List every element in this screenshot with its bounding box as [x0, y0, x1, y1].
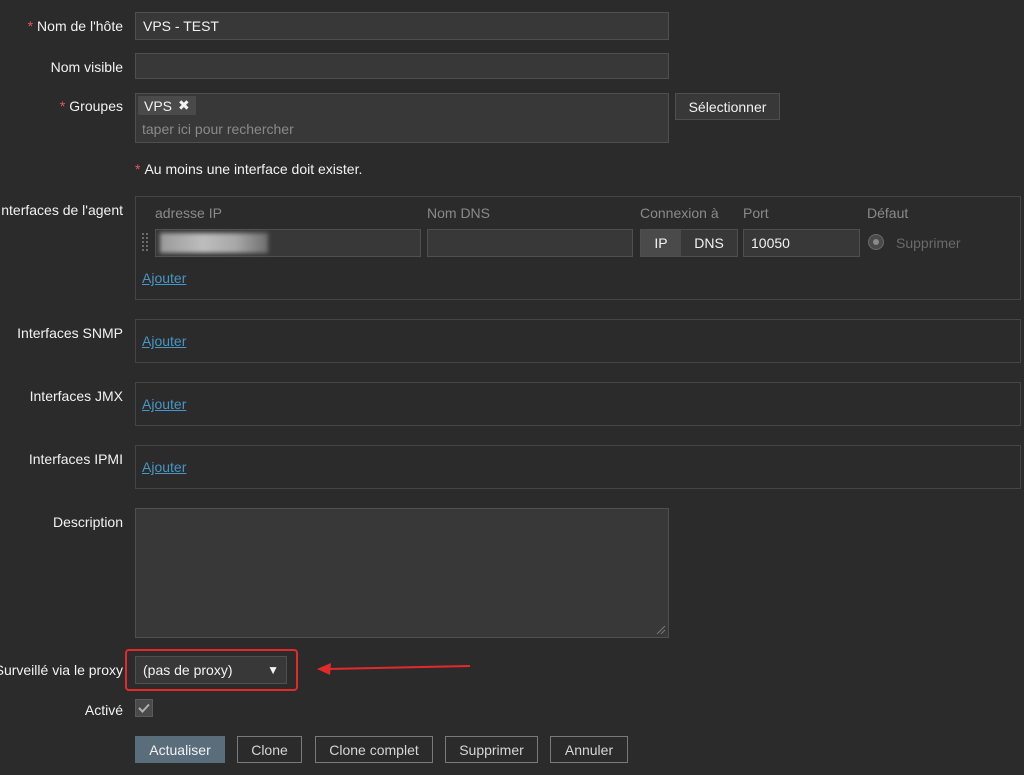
col-port-header: Port [743, 205, 769, 221]
snmp-interfaces-panel [135, 319, 1021, 363]
select-groups-button[interactable]: Sélectionner [675, 93, 780, 120]
groups-search-placeholder[interactable]: taper ici pour rechercher [142, 121, 294, 137]
visible-name-label: Nom visible [50, 59, 123, 75]
clone-button[interactable]: Clone [237, 736, 302, 763]
description-label: Description [52, 514, 123, 530]
col-ip-header: adresse IP [155, 205, 222, 221]
connect-ip-option[interactable]: IP [641, 230, 681, 256]
jmx-interfaces-label: Interfaces JMX [29, 388, 123, 404]
update-button[interactable]: Actualiser [135, 736, 225, 763]
dropdown-arrow-icon: ▼ [267, 663, 279, 677]
full-clone-button[interactable]: Clone complet [315, 736, 433, 763]
check-icon [138, 703, 150, 713]
agent-dns-input[interactable] [427, 229, 633, 257]
agent-port-input[interactable]: 10050 [743, 229, 860, 257]
description-textarea[interactable] [135, 508, 669, 638]
add-jmx-interface-link[interactable]: Ajouter [142, 396, 186, 412]
delete-button[interactable]: Supprimer [445, 736, 538, 763]
proxy-select[interactable]: (pas de proxy) ▼ [135, 656, 287, 684]
jmx-interfaces-panel [135, 382, 1021, 426]
add-snmp-interface-link[interactable]: Ajouter [142, 333, 186, 349]
hostname-label: * Nom de l'hôte [27, 18, 123, 34]
agent-interfaces-label: Interfaces de l'agent [0, 202, 123, 218]
redacted-ip [160, 233, 268, 253]
ipmi-interfaces-panel [135, 445, 1021, 489]
enabled-checkbox[interactable] [135, 699, 153, 717]
add-ipmi-interface-link[interactable]: Ajouter [142, 459, 186, 475]
col-connect-header: Connexion à [640, 205, 719, 221]
annotation-arrow-icon [317, 663, 471, 675]
cancel-button[interactable]: Annuler [550, 736, 628, 763]
groups-label: * Groupes [59, 98, 123, 114]
remove-tag-icon[interactable]: ✖ [178, 97, 190, 114]
connect-toggle[interactable]: IP DNS [640, 229, 738, 257]
snmp-interfaces-label: Interfaces SNMP [17, 325, 123, 341]
enabled-label: Activé [84, 702, 123, 718]
col-dns-header: Nom DNS [427, 205, 491, 221]
default-interface-radio[interactable] [868, 234, 884, 250]
proxy-label: Surveillé via le proxy [0, 662, 123, 678]
connect-dns-option[interactable]: DNS [681, 230, 737, 256]
drag-handle-icon[interactable] [146, 231, 152, 253]
hostname-input[interactable]: VPS - TEST [135, 12, 669, 40]
ipmi-interfaces-label: Interfaces IPMI [28, 451, 123, 467]
visible-name-input[interactable] [135, 53, 669, 79]
add-agent-interface-link[interactable]: Ajouter [142, 270, 186, 286]
col-default-header: Défaut [867, 205, 909, 221]
remove-interface-link[interactable]: Supprimer [896, 235, 961, 251]
group-tag-vps: VPS ✖ [138, 96, 196, 115]
resize-handle-icon[interactable] [656, 625, 666, 635]
interface-required-notice: * Au moins une interface doit exister. [135, 161, 363, 177]
